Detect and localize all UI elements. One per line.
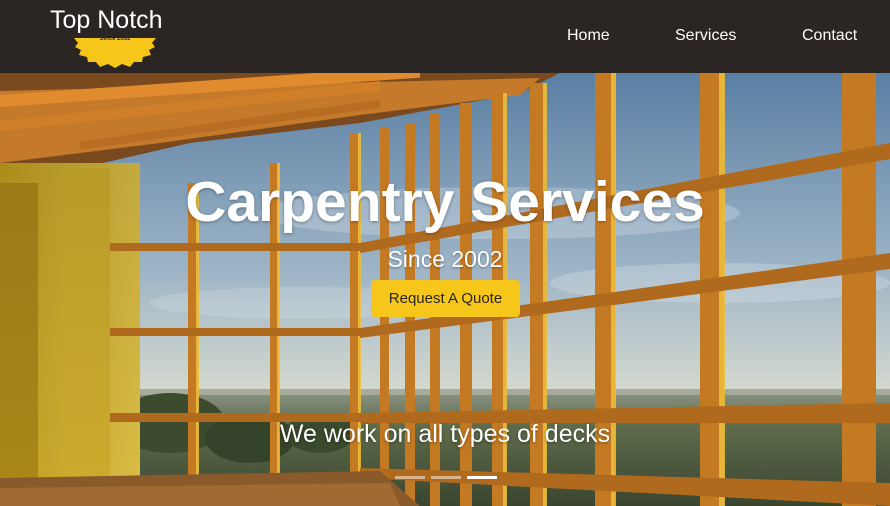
carousel-indicators — [395, 476, 497, 480]
nav-contact-link[interactable]: Contact — [802, 26, 857, 46]
brand-logo[interactable]: Top Notch Since 2002 — [50, 6, 180, 68]
nav-services-link[interactable]: Services — [675, 26, 736, 46]
brand-since: Since 2002 — [99, 36, 131, 42]
request-quote-button[interactable]: Request A Quote — [371, 280, 520, 317]
carousel-indicator-2[interactable] — [431, 476, 461, 479]
nav-home-link[interactable]: Home — [567, 26, 610, 46]
hero-carousel: Carpentry Services Since 2002 Request A … — [0, 73, 890, 506]
hero-subtitle: Since 2002 — [387, 246, 503, 272]
slide-caption: We work on all types of decks — [279, 420, 611, 448]
carousel-indicator-3[interactable] — [467, 476, 497, 479]
hero-title: Carpentry Services — [185, 170, 705, 234]
navbar: Top Notch Since 2002 Home Services Conta… — [0, 0, 890, 73]
brand-name: Top Notch — [50, 6, 163, 34]
carousel-indicator-1[interactable] — [395, 476, 425, 479]
